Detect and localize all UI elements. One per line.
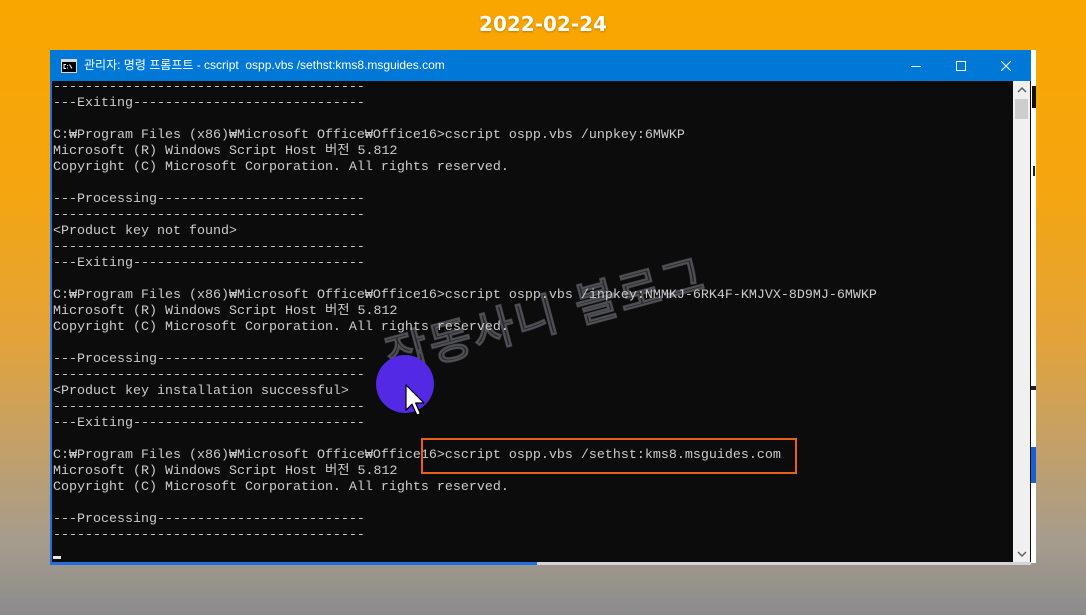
title-bar[interactable]: 관리자: 명령 프롬프트 - cscript ospp.vbs /sethst:… bbox=[50, 50, 1031, 81]
screenshot-canvas: { "page": { "date": "2022-02-24" }, "the… bbox=[0, 0, 1086, 615]
console-line: Copyright (C) Microsoft Corporation. All… bbox=[53, 480, 509, 495]
window-bottom-border bbox=[50, 562, 1031, 565]
console-line: Microsoft (R) Windows Script Host 버전 5.8… bbox=[53, 464, 398, 479]
minimize-icon bbox=[911, 65, 921, 67]
console-line: Microsoft (R) Windows Script Host 버전 5.8… bbox=[53, 144, 398, 159]
console-line: Microsoft (R) Windows Script Host 버전 5.8… bbox=[53, 304, 398, 319]
console-line: C:₩Program Files (x86)₩Microsoft Office₩… bbox=[53, 448, 781, 463]
console-line: C:₩Program Files (x86)₩Microsoft Office₩… bbox=[53, 128, 685, 143]
console-line: --------------------------------------- bbox=[53, 368, 365, 383]
console-line: --------------------------------------- bbox=[53, 208, 365, 223]
background-window-mark bbox=[1033, 166, 1035, 176]
console-line: <Product key installation successful> bbox=[53, 384, 349, 399]
scroll-up-icon bbox=[1016, 86, 1027, 93]
console-line: ---Exiting----------------------------- bbox=[53, 416, 365, 431]
console-line: <Product key not found> bbox=[53, 224, 237, 239]
maximize-icon bbox=[956, 60, 966, 71]
command-prompt-window[interactable]: 관리자: 명령 프롬프트 - cscript ospp.vbs /sethst:… bbox=[50, 50, 1031, 565]
console-line: ---Processing-------------------------- bbox=[53, 352, 365, 367]
background-window-mark bbox=[1032, 86, 1036, 108]
cmd-icon[interactable] bbox=[61, 59, 77, 73]
console-line: --------------------------------------- bbox=[53, 400, 365, 415]
window-title: 관리자: 명령 프롬프트 - cscript ospp.vbs /sethst:… bbox=[84, 58, 445, 72]
console-lines: --------------------------------------- … bbox=[53, 81, 877, 544]
console-line: ---Processing-------------------------- bbox=[53, 512, 365, 527]
background-window-edge bbox=[1031, 50, 1036, 563]
maximize-button[interactable] bbox=[938, 50, 984, 81]
text-cursor bbox=[53, 556, 61, 559]
console-line: ---Exiting----------------------------- bbox=[53, 96, 365, 111]
background-window-mark bbox=[1031, 386, 1036, 390]
vertical-scrollbar[interactable] bbox=[1013, 81, 1030, 562]
page-date: 2022-02-24 bbox=[479, 12, 607, 36]
background-window-mark bbox=[1031, 447, 1036, 483]
console-line: --------------------------------------- bbox=[53, 528, 365, 543]
console-line: ---Exiting----------------------------- bbox=[53, 256, 365, 271]
scroll-down-icon bbox=[1016, 550, 1027, 557]
console-output[interactable]: --------------------------------------- … bbox=[52, 81, 1013, 562]
console-line: --------------------------------------- bbox=[53, 81, 365, 95]
console-line: ---Processing-------------------------- bbox=[53, 192, 365, 207]
scroll-down-button[interactable] bbox=[1013, 545, 1030, 562]
console-line: Copyright (C) Microsoft Corporation. All… bbox=[53, 160, 509, 175]
scrollbar-thumb[interactable] bbox=[1015, 99, 1028, 119]
scroll-up-button[interactable] bbox=[1013, 81, 1030, 98]
console-line: C:₩Program Files (x86)₩Microsoft Office₩… bbox=[53, 288, 877, 303]
console-line: --------------------------------------- bbox=[53, 240, 365, 255]
close-icon bbox=[1001, 60, 1011, 71]
console-line: Copyright (C) Microsoft Corporation. All… bbox=[53, 320, 509, 335]
close-button[interactable] bbox=[983, 50, 1029, 81]
minimize-button[interactable] bbox=[893, 50, 939, 81]
